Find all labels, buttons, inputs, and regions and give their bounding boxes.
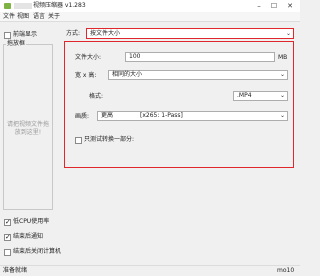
status-text: 准备就绪	[3, 267, 28, 274]
maximize-button[interactable]: ☐	[268, 1, 280, 11]
menu-bar: 文件 视图 语言 关于	[0, 12, 300, 22]
quality-value: 更高	[101, 112, 114, 119]
shutdown-checkbox[interactable]	[4, 249, 11, 256]
preview-checkbox[interactable]	[4, 32, 11, 39]
format-label: 格式:	[89, 93, 104, 100]
resolution-value: 相同的大小	[112, 71, 143, 78]
resolution-label: 宽 x 高:	[75, 72, 97, 79]
drop-box-title: 拖放框	[6, 40, 27, 47]
format-dropdown[interactable]: .MP4 ⌄	[233, 91, 288, 101]
status-right-text: mo10	[277, 267, 295, 274]
menu-about[interactable]: 关于	[48, 13, 60, 21]
menu-file[interactable]: 文件	[3, 13, 15, 21]
menu-language[interactable]: 语言	[33, 13, 45, 21]
filesize-input[interactable]: 100	[125, 52, 275, 62]
partial-label: 只测试转换一部分:	[84, 136, 135, 143]
format-value: .MP4	[237, 92, 252, 99]
notify-checkbox[interactable]	[4, 233, 11, 241]
chevron-down-icon: ⌄	[279, 112, 285, 119]
resolution-dropdown[interactable]: 相同的大小 ⌄	[108, 70, 288, 80]
quality-dropdown[interactable]: 更高 [x265: 1-Pass] ⌄	[97, 111, 288, 121]
close-button[interactable]: ✕	[284, 1, 296, 11]
shutdown-label: 结束后关闭计算机	[13, 248, 62, 255]
settings-group: 文件大小: 100 MB 宽 x 高: 相同的大小 ⌄ 格式: .MP4 ⌄ 画…	[64, 41, 294, 168]
drop-hint-line2: 放到这里!	[14, 129, 42, 136]
window-title: 视频压缩器 v1.283	[33, 2, 86, 9]
title-bar: 视频压缩器 v1.283 – ☐ ✕	[0, 0, 300, 12]
chevron-down-icon: ⌄	[285, 30, 291, 37]
title-redacted	[14, 3, 32, 9]
filesize-label: 文件大小:	[75, 54, 102, 61]
filesize-unit: MB	[278, 54, 288, 61]
low-cpu-checkbox[interactable]	[4, 218, 11, 226]
low-cpu-label: 低CPU使用率	[13, 218, 50, 225]
status-bar: 准备就绪 mo10	[0, 265, 300, 276]
quality-codec: [x265: 1-Pass]	[140, 112, 183, 119]
mode-dropdown[interactable]: 按文件大小 ⌄	[86, 28, 294, 39]
mode-value: 按文件大小	[90, 30, 121, 37]
drop-hint-line1: 请把视频文件拖	[6, 121, 49, 128]
partial-checkbox[interactable]	[75, 137, 82, 144]
chevron-down-icon: ⌄	[279, 71, 285, 78]
app-logo-icon	[4, 3, 11, 9]
quality-label: 画质:	[75, 113, 90, 120]
menu-view[interactable]: 视图	[17, 13, 29, 21]
mode-label: 方式:	[66, 30, 81, 37]
chevron-down-icon: ⌄	[279, 92, 285, 99]
notify-label: 结束后通知	[13, 233, 44, 240]
minimize-button[interactable]: –	[253, 1, 265, 11]
preview-label: 前端显示	[13, 31, 38, 38]
filesize-value: 100	[129, 53, 141, 60]
